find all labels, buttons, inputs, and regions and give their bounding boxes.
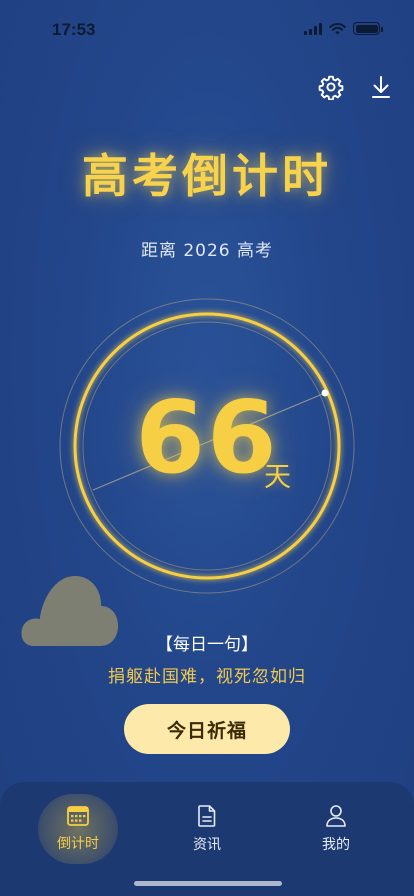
- settings-button[interactable]: [316, 72, 346, 102]
- pray-today-button[interactable]: 今日祈福: [124, 704, 290, 754]
- signal-icon: [304, 22, 322, 35]
- status-icons: [304, 22, 383, 35]
- page-subtitle: 距离 2026 高考: [140, 241, 274, 261]
- dial-marker: [321, 389, 329, 397]
- tab-label-countdown: 倒计时: [57, 836, 99, 852]
- tab-countdown[interactable]: 倒计时: [38, 794, 118, 864]
- home-indicator: [134, 881, 282, 886]
- tab-bar: 倒计时 资讯 我的: [0, 782, 414, 896]
- days-unit: 天: [264, 462, 291, 493]
- page-title: 高考倒计时: [82, 149, 332, 203]
- daily-quote-label: 【每日一句】: [156, 635, 258, 655]
- document-icon: [198, 805, 216, 827]
- battery-icon: [353, 22, 383, 35]
- tab-label-news: 资讯: [193, 837, 221, 853]
- download-icon: [372, 76, 390, 98]
- tab-mine[interactable]: 我的: [296, 794, 376, 864]
- countdown-dial: [59, 298, 355, 594]
- status-time: 17:53: [52, 20, 96, 39]
- tab-news[interactable]: 资讯: [167, 794, 247, 864]
- dial-outer-ring: [59, 298, 355, 594]
- download-button[interactable]: [366, 72, 396, 102]
- gear-icon: [318, 75, 344, 100]
- person-icon: [326, 805, 346, 827]
- tab-label-mine: 我的: [322, 837, 350, 853]
- calendar-icon: [67, 806, 89, 826]
- status-bar: 17:53: [0, 0, 414, 56]
- wifi-icon: [329, 22, 346, 34]
- daily-quote-text: 捐躯赴国难，视死忽如归: [108, 667, 306, 687]
